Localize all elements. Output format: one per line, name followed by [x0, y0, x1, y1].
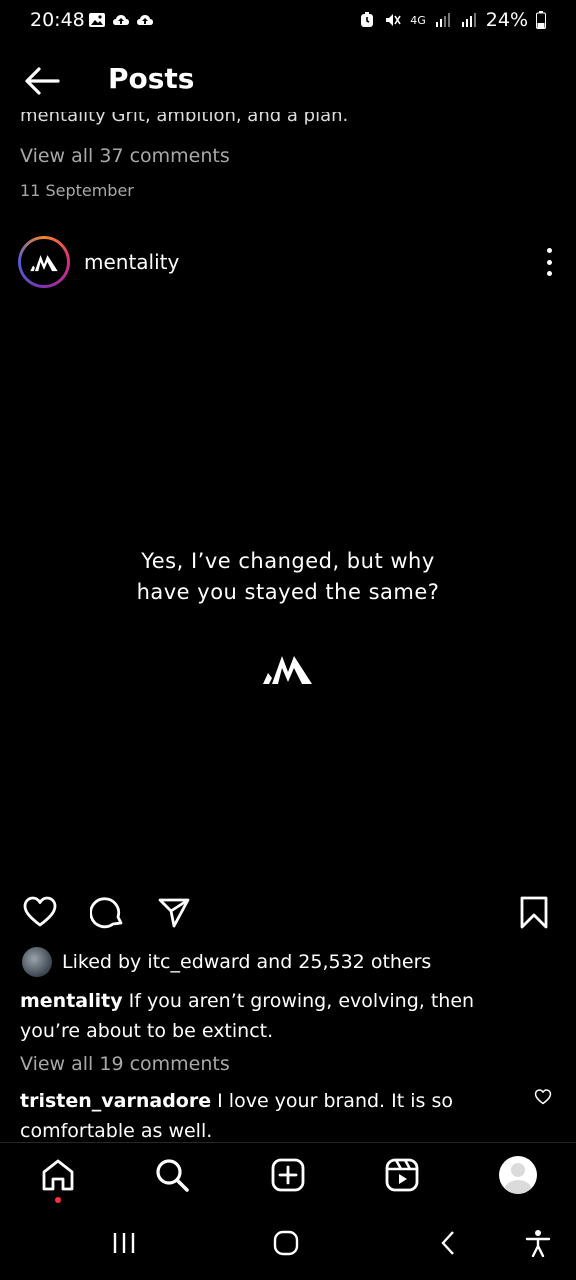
battery-percent: 24% — [485, 9, 528, 31]
recent-apps-button[interactable] — [104, 1228, 144, 1258]
signal-icon — [461, 13, 476, 27]
comment-preview: tristen_varnadore I love your brand. It … — [20, 1086, 490, 1146]
cloud-upload-icon — [137, 15, 153, 25]
nav-create[interactable] — [268, 1155, 308, 1195]
reels-icon — [385, 1158, 419, 1192]
more-options-icon[interactable] — [544, 248, 554, 276]
image-icon — [89, 13, 105, 27]
comment-username[interactable]: tristen_varnadore — [20, 1090, 211, 1112]
cloud-upload-icon — [113, 15, 129, 25]
bottom-nav — [0, 1142, 576, 1208]
nav-reels[interactable] — [382, 1155, 422, 1195]
post-image[interactable]: Yes, I’ve changed, but why have you stay… — [0, 292, 576, 882]
heart-icon[interactable] — [22, 894, 58, 930]
post-header: mentality — [0, 232, 576, 292]
mentality-logo-icon — [263, 656, 312, 684]
home-icon — [42, 1159, 74, 1191]
previous-post-date: 11 September — [20, 181, 134, 200]
comment-heart-icon[interactable] — [534, 1088, 552, 1106]
mentality-logo-icon — [30, 255, 58, 272]
notification-dot — [55, 1197, 61, 1203]
post-avatar[interactable] — [18, 236, 70, 288]
liker-avatar — [22, 947, 52, 977]
status-time: 20:48 — [30, 9, 85, 31]
status-system-icons: 4G 24% — [358, 9, 546, 31]
system-nav-bar — [0, 1208, 576, 1280]
previous-post-caption: mentality Grit, ambition, and a plan. — [20, 112, 349, 126]
previous-view-comments-link[interactable]: View all 37 comments — [20, 145, 230, 167]
search-icon — [156, 1159, 189, 1192]
home-system-button[interactable] — [266, 1228, 306, 1258]
nav-profile[interactable] — [498, 1155, 538, 1195]
create-icon — [271, 1158, 305, 1192]
status-notification-icons — [88, 11, 154, 29]
alarm-icon — [361, 12, 374, 27]
post-quote-line: Yes, I’ve changed, but why — [141, 549, 435, 573]
accessibility-button[interactable] — [518, 1228, 558, 1258]
nav-search[interactable] — [152, 1155, 192, 1195]
top-header: Posts — [0, 52, 576, 108]
mute-icon — [386, 14, 401, 26]
arrow-left-icon[interactable] — [22, 64, 62, 98]
post-caption: mentality If you aren’t growing, evolvin… — [20, 986, 540, 1046]
share-icon[interactable] — [156, 894, 192, 930]
page-title: Posts — [108, 62, 195, 95]
chevron-left-icon — [441, 1231, 454, 1255]
post-quote-line: have you stayed the same? — [136, 580, 440, 604]
profile-avatar — [499, 1156, 537, 1194]
signal-icon — [435, 13, 450, 27]
nav-home[interactable] — [38, 1155, 78, 1195]
accessibility-icon — [525, 1230, 551, 1257]
post-actions — [0, 890, 576, 934]
view-comments-link[interactable]: View all 19 comments — [20, 1053, 230, 1075]
recent-apps-icon — [113, 1233, 135, 1253]
comment-icon[interactable] — [90, 894, 126, 930]
bookmark-icon[interactable] — [516, 894, 552, 930]
likes-text: Liked by itc_edward and 25,532 others — [62, 951, 432, 973]
post-username[interactable]: mentality — [84, 250, 179, 274]
back-system-button[interactable] — [428, 1228, 468, 1258]
likes-row[interactable]: Liked by itc_edward and 25,532 others — [22, 947, 432, 977]
caption-username[interactable]: mentality — [20, 990, 123, 1012]
home-circle-icon — [273, 1230, 299, 1256]
battery-icon — [536, 11, 546, 29]
network-type: 4G — [410, 13, 426, 27]
status-bar: 20:48 4G 24% — [0, 0, 576, 42]
post-quote: Yes, I’ve changed, but why have you stay… — [0, 546, 576, 608]
